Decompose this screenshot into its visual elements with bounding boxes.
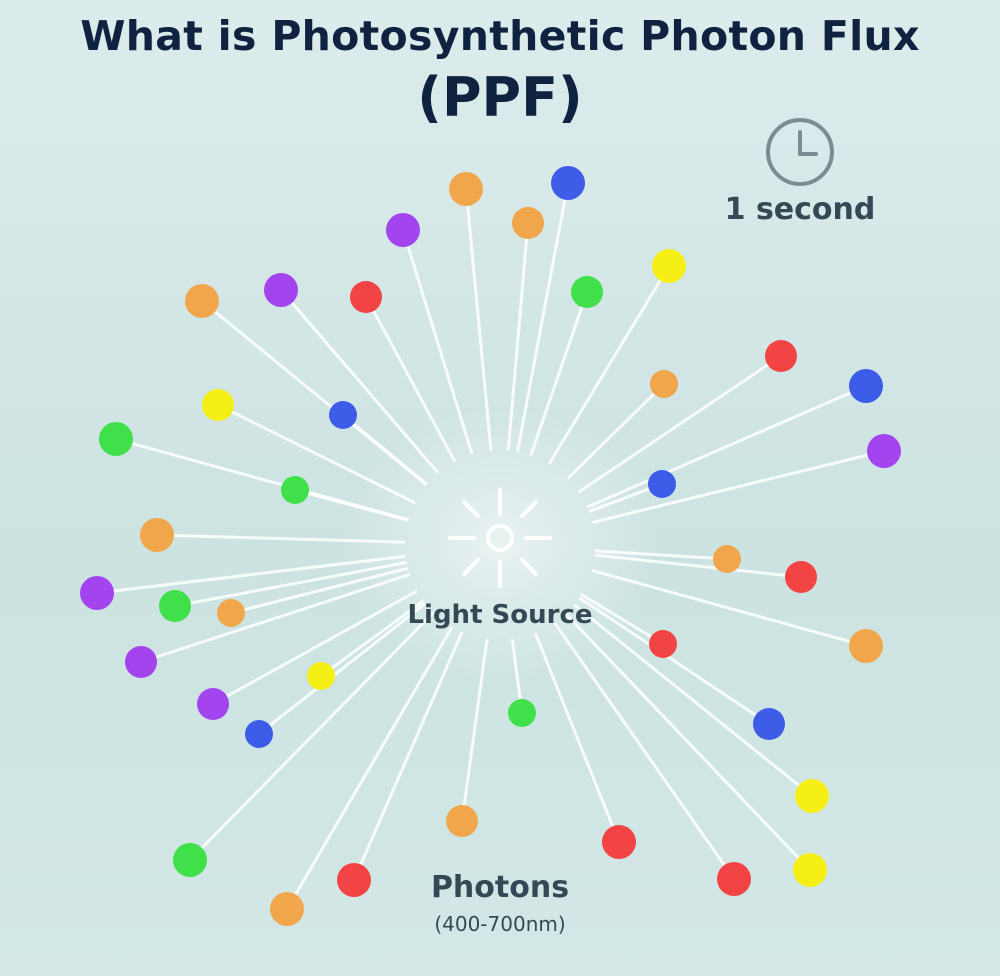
photon-blue (551, 166, 585, 200)
photon-orange (270, 892, 304, 926)
photon-blue (245, 720, 273, 748)
photon-ray (547, 265, 671, 465)
photon-red (765, 340, 797, 372)
photon-purple (386, 213, 420, 247)
photon-orange (217, 599, 245, 627)
photon-orange (446, 805, 478, 837)
photon-green (159, 590, 191, 622)
photon-red (649, 630, 677, 658)
photons-label: Photons (430, 870, 570, 905)
photon-green (571, 276, 603, 308)
photon-purple (867, 434, 901, 468)
timer: 1 second (700, 112, 900, 242)
light-source-label: Light Source (407, 600, 593, 630)
photon-green (508, 699, 536, 727)
photon-orange (512, 207, 544, 239)
photon-blue (648, 470, 676, 498)
photon-blue (849, 369, 883, 403)
photon-orange (849, 629, 883, 663)
photon-yellow (652, 249, 686, 283)
light-glow (340, 405, 660, 685)
photon-purple (264, 273, 298, 307)
photon-blue (753, 708, 785, 740)
photon-orange (713, 545, 741, 573)
photon-purple (197, 688, 229, 720)
photon-green (99, 422, 133, 456)
photon-orange (449, 172, 483, 206)
photon-ray (279, 289, 440, 474)
photon-purple (80, 576, 114, 610)
photon-orange (140, 518, 174, 552)
photon-purple (125, 646, 157, 678)
photon-orange (185, 284, 219, 318)
photon-yellow (202, 389, 234, 421)
photon-green (281, 476, 309, 504)
photon-red (717, 862, 751, 896)
page-title: What is Photosynthetic Photon Flux (80, 12, 920, 60)
photon-yellow (793, 853, 827, 887)
photon-green (173, 843, 207, 877)
photon-ray (564, 612, 812, 872)
photon-red (350, 281, 382, 313)
photon-ray (352, 631, 464, 881)
photon-ray (577, 354, 782, 494)
photon-blue (329, 401, 357, 429)
photon-yellow (307, 662, 335, 690)
photon-orange (650, 370, 678, 398)
timer-label: 1 second (724, 192, 876, 227)
photon-red (785, 561, 817, 593)
clock-icon (766, 118, 834, 186)
photons-range: (400-700nm) (434, 912, 566, 936)
photon-yellow (795, 779, 829, 813)
photon-red (602, 825, 636, 859)
